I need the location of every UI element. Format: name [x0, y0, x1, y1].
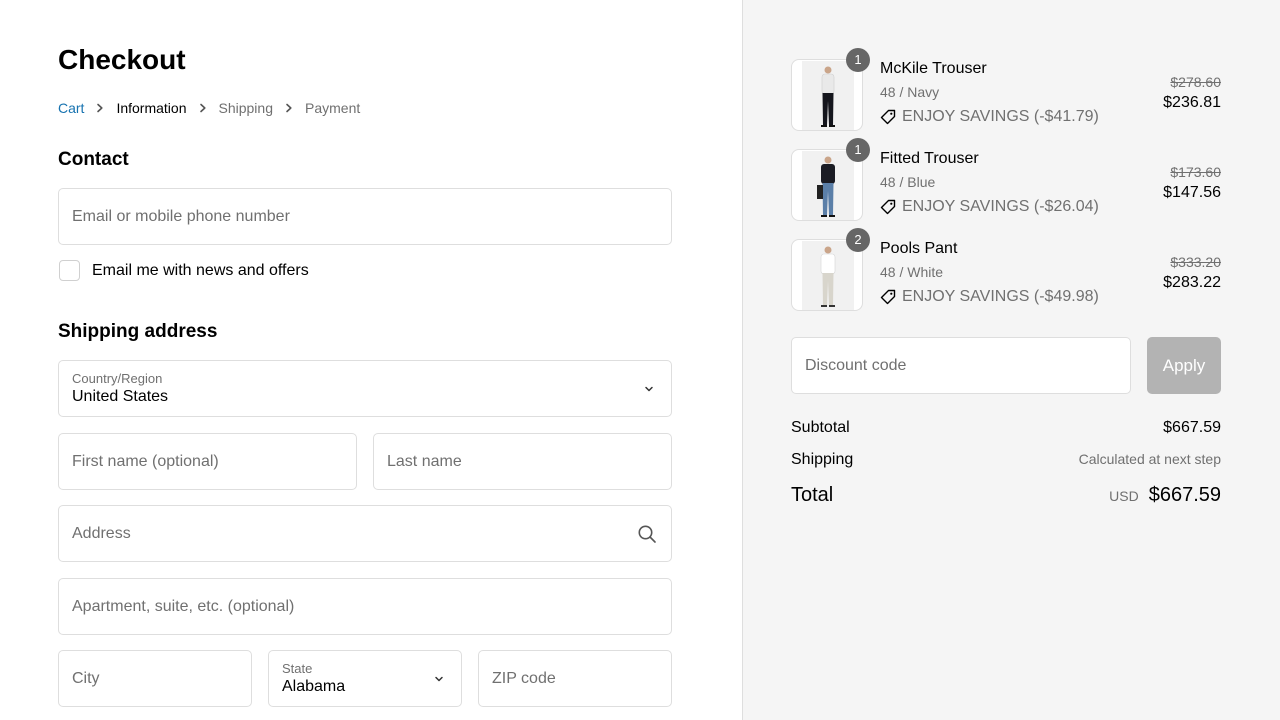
cart-item: 1 Fitted Trouser 48 / Blue ENJOY SAVINGS… [791, 138, 1221, 221]
product-photo-model [802, 241, 854, 310]
state-label: State [282, 661, 313, 676]
item-name: Fitted Trouser [880, 150, 979, 167]
item-variant: 48 / Blue [880, 174, 936, 190]
search-icon[interactable] [637, 524, 657, 544]
chevron-down-icon [435, 676, 443, 682]
item-savings: ENJOY SAVINGS (-$49.98) [880, 288, 1099, 306]
tag-icon [880, 289, 896, 305]
chevron-right-icon [84, 103, 116, 113]
product-photo-model [802, 151, 854, 220]
city-field [58, 650, 252, 707]
chevron-right-icon [273, 103, 305, 113]
total-label: Total [791, 484, 834, 506]
savings-label: ENJOY SAVINGS (-$49.98) [902, 288, 1099, 305]
total-amount: $667.59 [1148, 484, 1221, 506]
item-price: $236.81 [1163, 94, 1221, 111]
original-price: $333.20 [1170, 254, 1221, 270]
state-select[interactable]: State Alabama [268, 650, 462, 707]
original-price: $278.60 [1170, 74, 1221, 90]
state-value: Alabama [282, 678, 346, 695]
product-photo-model [802, 61, 854, 130]
item-name: Pools Pant [880, 240, 958, 257]
zip-input[interactable] [479, 651, 671, 706]
apartment-input[interactable] [59, 579, 671, 634]
breadcrumb: Cart Information Shipping Payment [58, 99, 360, 117]
apartment-field [58, 578, 672, 635]
tag-icon [880, 199, 896, 215]
item-price: $147.56 [1163, 184, 1221, 201]
cart-item: 1 McKile Trouser 48 / Navy ENJOY SAVINGS… [791, 48, 1221, 131]
first-name-field [58, 433, 357, 490]
savings-label: ENJOY SAVINGS (-$26.04) [902, 198, 1099, 215]
email-input[interactable] [59, 189, 671, 244]
item-price: $283.22 [1163, 274, 1221, 291]
item-savings: ENJOY SAVINGS (-$26.04) [880, 198, 1099, 216]
chevron-down-icon [645, 386, 653, 392]
breadcrumb-cart[interactable]: Cart [58, 100, 84, 116]
item-variant: 48 / White [880, 264, 944, 280]
shipping-label: Shipping [791, 451, 854, 468]
subtotal-row: Subtotal $667.59 [791, 419, 1221, 437]
order-summary-panel: 1 McKile Trouser 48 / Navy ENJOY SAVINGS… [742, 0, 1280, 720]
address-field [58, 505, 672, 562]
checkout-form-panel: Checkout Cart Information Shipping Payme… [0, 0, 742, 720]
breadcrumb-shipping: Shipping [218, 100, 274, 116]
last-name-input[interactable] [374, 434, 671, 489]
country-select[interactable]: Country/Region United States [58, 360, 672, 417]
breadcrumb-payment: Payment [305, 100, 361, 116]
savings-label: ENJOY SAVINGS (-$41.79) [902, 108, 1099, 125]
item-name: McKile Trouser [880, 60, 987, 77]
contact-section-title: Contact [58, 149, 129, 170]
discount-field [791, 337, 1131, 394]
newsletter-option[interactable]: Email me with news and offers [58, 260, 309, 281]
quantity-badge: 2 [846, 228, 870, 252]
country-label: Country/Region [72, 371, 163, 386]
total-row: Total USD $667.59 [791, 484, 1221, 507]
shipping-value: Calculated at next step [1078, 451, 1221, 467]
subtotal-value: $667.59 [1163, 419, 1221, 436]
zip-field [478, 650, 672, 707]
total-value: USD $667.59 [1109, 484, 1221, 507]
shipping-section-title: Shipping address [58, 321, 218, 342]
item-variant: 48 / Navy [880, 84, 940, 100]
newsletter-checkbox[interactable] [59, 260, 80, 281]
subtotal-label: Subtotal [791, 419, 850, 436]
breadcrumb-information: Information [116, 100, 187, 116]
discount-code-input[interactable] [792, 338, 1130, 393]
quantity-badge: 1 [846, 138, 870, 162]
address-input[interactable] [59, 506, 671, 561]
last-name-field [373, 433, 672, 490]
item-savings: ENJOY SAVINGS (-$41.79) [880, 108, 1099, 126]
chevron-right-icon [187, 103, 219, 113]
shipping-row: Shipping Calculated at next step [791, 451, 1221, 469]
city-input[interactable] [59, 651, 251, 706]
currency-code: USD [1109, 488, 1139, 504]
newsletter-label: Email me with news and offers [92, 261, 309, 279]
email-field [58, 188, 672, 245]
apply-discount-button[interactable]: Apply [1147, 337, 1221, 394]
country-value: United States [72, 388, 169, 405]
tag-icon [880, 109, 896, 125]
quantity-badge: 1 [846, 48, 870, 72]
cart-item: 2 Pools Pant 48 / White ENJOY SAVINGS (-… [791, 228, 1221, 311]
page-title: Checkout [58, 44, 186, 75]
original-price: $173.60 [1170, 164, 1221, 180]
first-name-input[interactable] [59, 434, 356, 489]
